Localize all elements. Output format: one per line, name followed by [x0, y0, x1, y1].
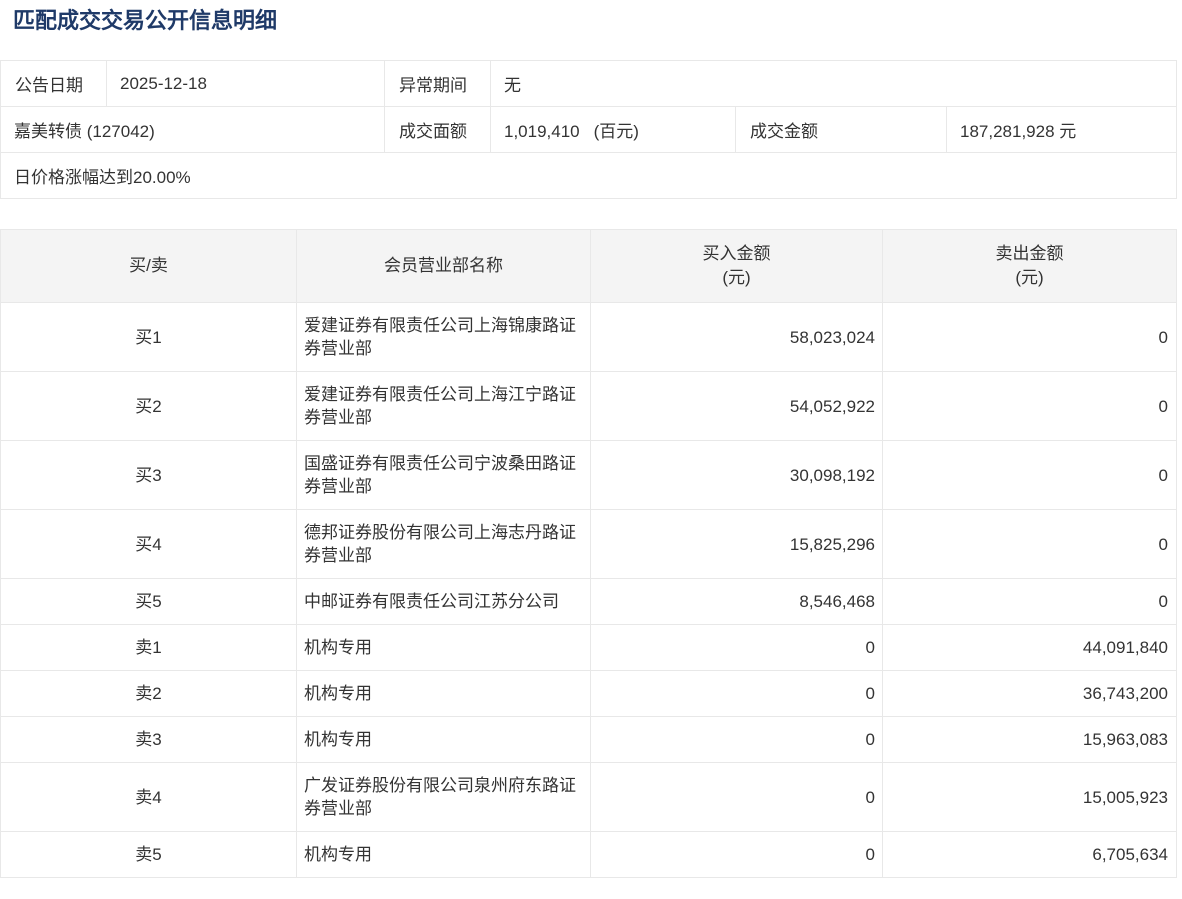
face-value-unit: (百元) [594, 122, 639, 141]
header-sell-line1: 卖出金额 [883, 242, 1176, 266]
row-sell-amount: 15,963,083 [883, 717, 1177, 763]
header-buy-line1: 买入金额 [591, 242, 882, 266]
row-buy-amount: 0 [591, 832, 883, 878]
row-sell-amount: 0 [883, 579, 1177, 625]
table-header-row: 买/卖 会员营业部名称 买入金额 (元) 卖出金额 (元) [1, 230, 1177, 303]
info-table: 公告日期 2025-12-18 异常期间 无 嘉美转债 (127042) 成交面… [0, 60, 1177, 199]
trade-table: 买/卖 会员营业部名称 买入金额 (元) 卖出金额 (元) 买1 爱建证券有限责… [0, 229, 1177, 878]
turnover-label: 成交金额 [736, 107, 947, 153]
row-side: 卖2 [1, 671, 297, 717]
row-side: 买4 [1, 510, 297, 579]
info-row-2: 嘉美转债 (127042) 成交面额 1,019,410 (百元) 成交金额 18… [1, 107, 1177, 153]
header-sell-line2: (元) [883, 266, 1176, 290]
table-row: 买5 中邮证券有限责任公司江苏分公司 8,546,468 0 [1, 579, 1177, 625]
row-buy-amount: 15,825,296 [591, 510, 883, 579]
face-value-cell: 1,019,410 (百元) [491, 107, 736, 153]
table-row: 买3 国盛证券有限责任公司宁波桑田路证券营业部 30,098,192 0 [1, 441, 1177, 510]
row-side: 卖3 [1, 717, 297, 763]
row-side: 买5 [1, 579, 297, 625]
row-buy-amount: 0 [591, 625, 883, 671]
table-row: 卖4 广发证券股份有限公司泉州府东路证券营业部 0 15,005,923 [1, 763, 1177, 832]
header-side: 买/卖 [1, 230, 297, 303]
table-row: 买1 爱建证券有限责任公司上海锦康路证券营业部 58,023,024 0 [1, 303, 1177, 372]
security-name: 嘉美转债 (127042) [1, 107, 385, 153]
announce-date-value: 2025-12-18 [107, 61, 385, 107]
row-branch: 广发证券股份有限公司泉州府东路证券营业部 [297, 763, 591, 832]
face-value: 1,019,410 [504, 122, 580, 141]
row-sell-amount: 36,743,200 [883, 671, 1177, 717]
abnormal-period-label: 异常期间 [385, 61, 491, 107]
row-side: 卖4 [1, 763, 297, 832]
row-side: 买2 [1, 372, 297, 441]
turnover-value: 187,281,928 元 [947, 107, 1177, 153]
row-buy-amount: 0 [591, 763, 883, 832]
table-row: 卖2 机构专用 0 36,743,200 [1, 671, 1177, 717]
header-sell-amount: 卖出金额 (元) [883, 230, 1177, 303]
row-branch: 爱建证券有限责任公司上海江宁路证券营业部 [297, 372, 591, 441]
row-sell-amount: 15,005,923 [883, 763, 1177, 832]
trade-table-body: 买1 爱建证券有限责任公司上海锦康路证券营业部 58,023,024 0 买2 … [1, 303, 1177, 878]
row-buy-amount: 30,098,192 [591, 441, 883, 510]
row-branch: 机构专用 [297, 671, 591, 717]
row-buy-amount: 0 [591, 671, 883, 717]
row-buy-amount: 0 [591, 717, 883, 763]
table-row: 买2 爱建证券有限责任公司上海江宁路证券营业部 54,052,922 0 [1, 372, 1177, 441]
face-value-label: 成交面额 [385, 107, 491, 153]
row-side: 卖1 [1, 625, 297, 671]
row-branch: 中邮证券有限责任公司江苏分公司 [297, 579, 591, 625]
row-branch: 德邦证券股份有限公司上海志丹路证券营业部 [297, 510, 591, 579]
header-buy-line2: (元) [591, 266, 882, 290]
page-title: 匹配成交交易公开信息明细 [13, 9, 1182, 33]
row-sell-amount: 0 [883, 510, 1177, 579]
announce-date-label: 公告日期 [1, 61, 107, 107]
row-buy-amount: 58,023,024 [591, 303, 883, 372]
info-row-1: 公告日期 2025-12-18 异常期间 无 [1, 61, 1177, 107]
row-branch: 机构专用 [297, 717, 591, 763]
row-side: 买3 [1, 441, 297, 510]
row-sell-amount: 0 [883, 372, 1177, 441]
abnormal-period-value: 无 [491, 61, 1177, 107]
row-buy-amount: 8,546,468 [591, 579, 883, 625]
row-sell-amount: 0 [883, 303, 1177, 372]
header-buy-amount: 买入金额 (元) [591, 230, 883, 303]
row-branch: 爱建证券有限责任公司上海锦康路证券营业部 [297, 303, 591, 372]
table-row: 卖3 机构专用 0 15,963,083 [1, 717, 1177, 763]
table-row: 卖1 机构专用 0 44,091,840 [1, 625, 1177, 671]
row-side: 买1 [1, 303, 297, 372]
row-branch: 机构专用 [297, 625, 591, 671]
row-branch: 机构专用 [297, 832, 591, 878]
abnormal-reason: 日价格涨幅达到20.00% [1, 153, 1177, 199]
info-row-3: 日价格涨幅达到20.00% [1, 153, 1177, 199]
row-sell-amount: 0 [883, 441, 1177, 510]
row-side: 卖5 [1, 832, 297, 878]
row-sell-amount: 44,091,840 [883, 625, 1177, 671]
row-branch: 国盛证券有限责任公司宁波桑田路证券营业部 [297, 441, 591, 510]
row-buy-amount: 54,052,922 [591, 372, 883, 441]
table-row: 买4 德邦证券股份有限公司上海志丹路证券营业部 15,825,296 0 [1, 510, 1177, 579]
table-row: 卖5 机构专用 0 6,705,634 [1, 832, 1177, 878]
header-branch: 会员营业部名称 [297, 230, 591, 303]
row-sell-amount: 6,705,634 [883, 832, 1177, 878]
